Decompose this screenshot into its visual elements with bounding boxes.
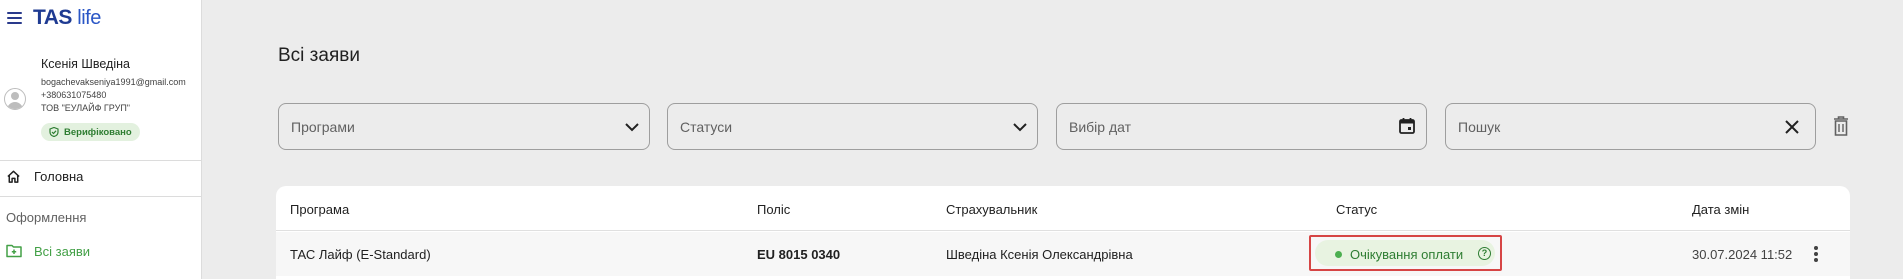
requests-table: Програма Поліс Страхувальник Статус Дата…	[276, 186, 1850, 279]
column-header-insurer: Страхувальник	[946, 202, 1038, 217]
page-title: Всі заяви	[278, 45, 360, 66]
sidebar-item-home-label: Головна	[34, 169, 84, 184]
section-label: Оформлення	[6, 210, 87, 225]
menu-icon[interactable]	[7, 11, 24, 25]
sidebar-item-all-requests[interactable]: Всі заяви	[0, 240, 202, 264]
programs-select[interactable]: Програми	[278, 103, 650, 150]
more-vertical-icon[interactable]	[1813, 245, 1819, 263]
statuses-select[interactable]: Статуси	[667, 103, 1038, 150]
cell-program: ТАС Лайф (E-Standard)	[290, 247, 431, 262]
verified-label: Верифіковано	[64, 126, 132, 138]
search-input[interactable]: Пошук	[1445, 103, 1816, 150]
status-dot-icon	[1335, 251, 1342, 258]
logo-sub: life	[77, 7, 101, 29]
divider	[0, 196, 202, 197]
sidebar: TAS life Ксенія Шведіна bogachevakseniya…	[0, 0, 202, 279]
cell-policy: EU 8015 0340	[757, 247, 841, 262]
chevron-down-icon	[1013, 123, 1027, 132]
table-header: Програма Поліс Страхувальник Статус Дата…	[276, 186, 1850, 231]
column-header-program: Програма	[290, 202, 350, 217]
folder-add-icon	[6, 244, 22, 258]
divider	[0, 160, 202, 161]
cell-date: 30.07.2024 11:52	[1692, 247, 1793, 262]
search-placeholder: Пошук	[1458, 119, 1501, 135]
status-text: Очікування оплати	[1350, 247, 1464, 262]
column-header-status: Статус	[1336, 202, 1378, 217]
user-email: bogachevakseniya1991@gmail.com	[41, 77, 186, 87]
home-icon	[7, 170, 20, 183]
user-name: Ксенія Шведіна	[41, 57, 130, 71]
shield-check-icon	[49, 127, 59, 137]
trash-icon[interactable]	[1832, 115, 1850, 137]
help-circle-icon[interactable]: ?	[1478, 247, 1491, 260]
logo-main: TAS	[33, 6, 72, 29]
user-phone: +380631075480	[41, 90, 107, 100]
sidebar-item-all-requests-label: Всі заяви	[34, 244, 91, 259]
column-header-date: Дата змін	[1692, 202, 1750, 217]
sidebar-header: TAS life	[0, 0, 202, 40]
calendar-icon[interactable]	[1398, 117, 1416, 135]
statuses-placeholder: Статуси	[680, 119, 733, 135]
column-header-policy: Поліс	[757, 202, 791, 217]
date-picker[interactable]: Вибір дат	[1056, 103, 1427, 150]
cell-insurer: Шведіна Ксенія Олександрівна	[946, 247, 1133, 262]
close-icon[interactable]	[1783, 118, 1801, 136]
avatar	[4, 88, 26, 110]
verified-badge: Верифіковано	[41, 123, 140, 141]
logo: TAS life	[33, 6, 101, 30]
sidebar-item-home[interactable]: Головна	[0, 164, 202, 190]
table-row[interactable]: ТАС Лайф (E-Standard) EU 8015 0340 Шведі…	[276, 232, 1850, 276]
dates-placeholder: Вибір дат	[1069, 119, 1132, 135]
programs-placeholder: Програми	[291, 119, 355, 135]
chevron-down-icon	[625, 123, 639, 132]
user-company: ТОВ "ЕУЛАЙФ ГРУП"	[41, 103, 130, 113]
